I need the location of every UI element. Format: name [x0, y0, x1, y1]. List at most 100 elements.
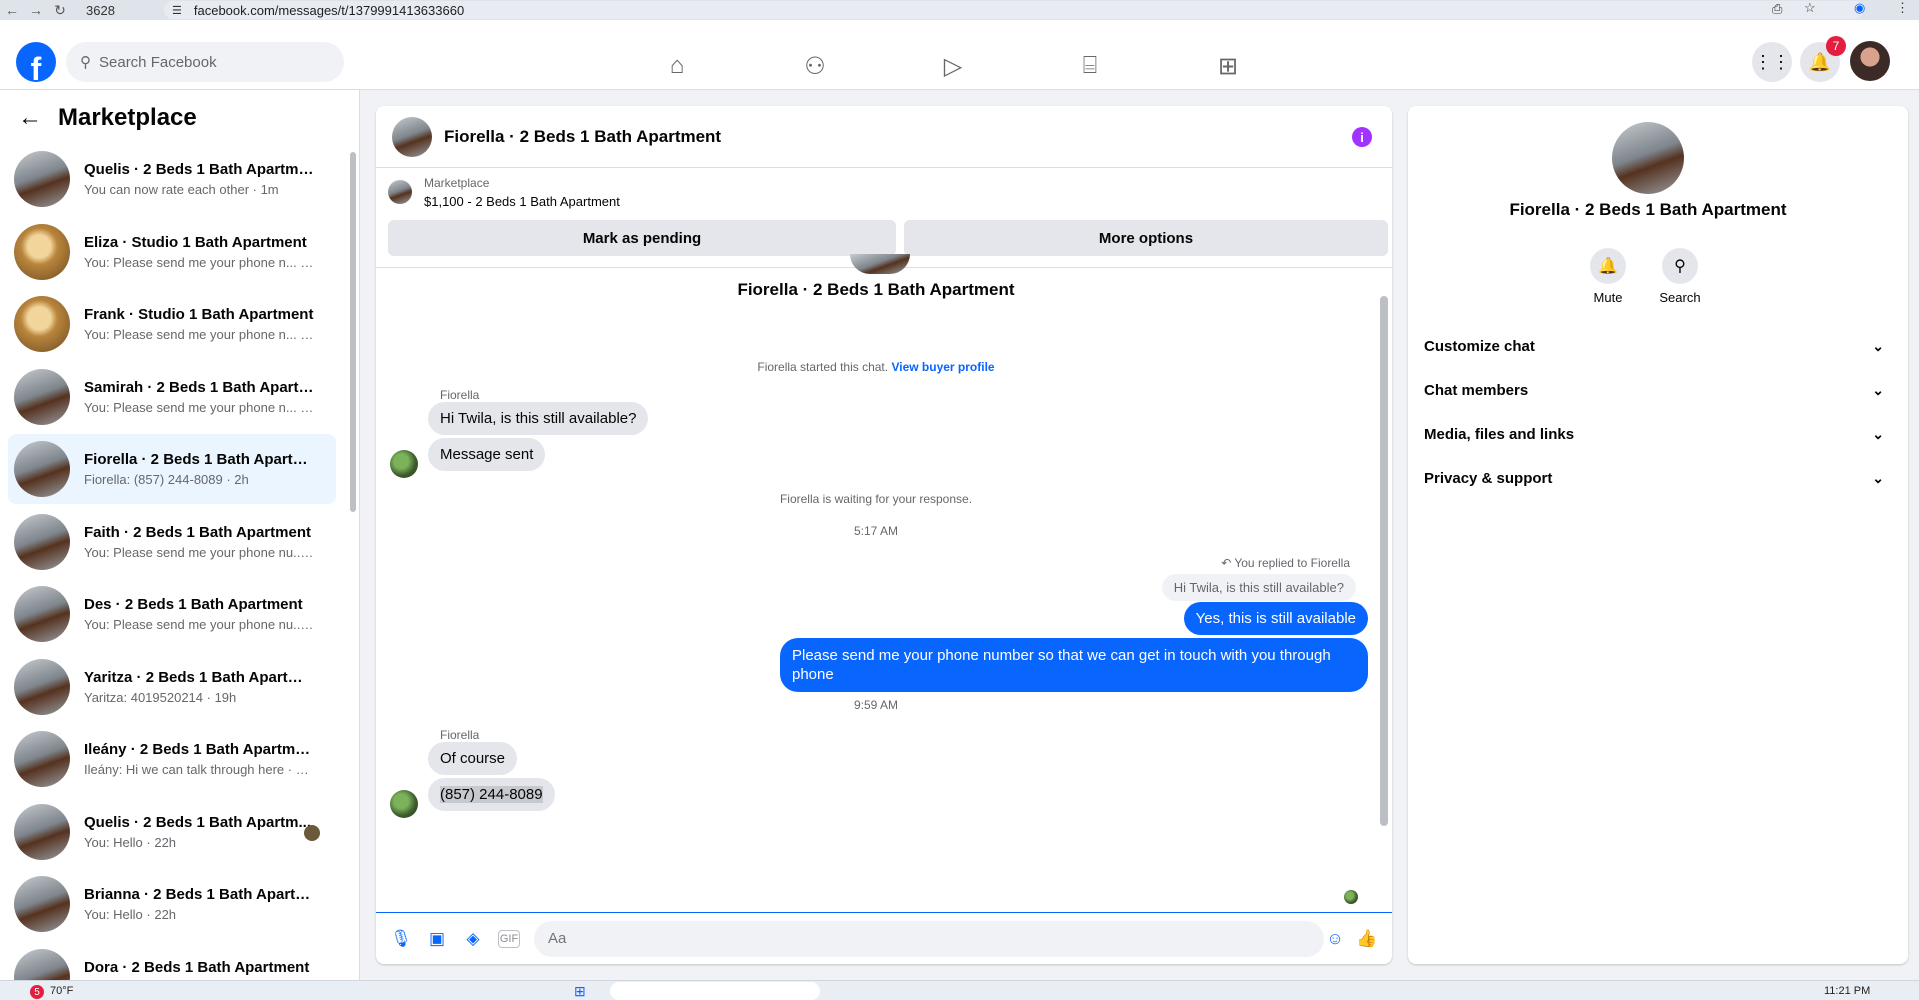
chat-title[interactable]: Fiorella · 2 Beds 1 Bath Apartment	[444, 127, 721, 147]
conversation-name: Quelis · 2 Beds 1 Bath Apartm...	[84, 813, 311, 831]
conversation-thumbnail	[14, 803, 70, 860]
conversation-item[interactable]: Ileány · 2 Beds 1 Bath Apartment Ileány: …	[8, 724, 336, 794]
conversation-thumbnail	[14, 731, 70, 787]
quoted-message[interactable]: Hi Twila, is this still available?	[1161, 574, 1356, 601]
conversation-item[interactable]: Dora · 2 Beds 1 Bath ApartmentYou: Hello…	[8, 942, 336, 981]
mark-pending-button[interactable]: Mark as pending	[388, 220, 896, 256]
incoming-message[interactable]: Of course	[428, 742, 518, 775]
chat-header: Fiorella · 2 Beds 1 Bath Apartment i	[376, 106, 1392, 168]
video-icon[interactable]: ▷	[938, 52, 968, 80]
conversation-item[interactable]: Frank · Studio 1 Bath Apartment You: Plea…	[8, 289, 336, 359]
facebook-logo-icon[interactable]: f	[16, 42, 56, 82]
search-button[interactable]: ⚲ Search	[1650, 248, 1710, 305]
weather-text[interactable]: 70°F	[50, 985, 73, 997]
incoming-message[interactable]: Hi Twila, is this still available?	[428, 402, 649, 435]
home-icon[interactable]: ⌂	[662, 52, 692, 80]
like-thumb-icon[interactable]: 👍	[1352, 924, 1382, 954]
customize-chat-row[interactable]: Customize chat ⌄	[1424, 326, 1884, 366]
url-text: facebook.com/messages/t/1379991413633660	[193, 2, 465, 18]
view-buyer-profile-link[interactable]: View buyer profile	[891, 360, 994, 374]
details-title: Fiorella · 2 Beds 1 Bath Apartment	[1509, 200, 1787, 219]
outgoing-message[interactable]: Yes, this is still available	[1183, 602, 1368, 635]
menu-grid-icon[interactable]: ⋮⋮	[1752, 42, 1792, 82]
search-icon: ⚲	[80, 54, 91, 71]
listing-thumbnail[interactable]	[388, 180, 412, 204]
listing-title[interactable]: $1,100 - 2 Beds 1 Bath Apartment	[424, 194, 620, 209]
install-icon[interactable]: ⎙	[1772, 1, 1782, 17]
reload-icon[interactable]: ↻	[48, 2, 72, 19]
thread-header-name: Fiorella · 2 Beds 1 Bath Apartment	[737, 280, 1015, 299]
profile-icon[interactable]: ◉	[1854, 0, 1865, 16]
taskbar-search[interactable]	[610, 982, 820, 1000]
menu-dots-icon[interactable]: ⋮	[1896, 0, 1909, 16]
section-label: Media, files and links	[1424, 425, 1575, 443]
emoji-icon[interactable]: ☺	[1320, 924, 1350, 954]
microphone-icon[interactable]: 🎙	[386, 924, 416, 954]
conversation-text: Fiorella · 2 Beds 1 Bath Apartment Fiorel…	[84, 451, 314, 487]
more-options-button[interactable]: More options	[904, 220, 1388, 256]
conversation-item[interactable]: Quelis · 2 Beds 1 Bath Apartm... You: Hel…	[8, 797, 336, 867]
conversation-text: Dora · 2 Beds 1 Bath ApartmentYou: Hello…	[84, 959, 314, 981]
incoming-message[interactable]: Message sent	[428, 438, 546, 471]
sidebar-title: Marketplace	[58, 104, 197, 131]
photo-icon[interactable]: ▣	[422, 924, 452, 954]
conversation-text: Eliza · Studio 1 Bath Apartment You: Plea…	[84, 234, 314, 270]
chat-panel: Fiorella · 2 Beds 1 Bath Apartment i Mar…	[376, 106, 1392, 964]
outgoing-message[interactable]: Please send me your phone number so that…	[780, 638, 1368, 692]
sticker-icon[interactable]: ◈	[458, 924, 488, 954]
back-arrow-icon[interactable]: ←	[18, 104, 42, 132]
info-icon[interactable]: i	[1352, 127, 1372, 147]
friends-icon[interactable]: ⚇	[800, 52, 830, 80]
conversation-item[interactable]: Brianna · 2 Beds 1 Bath Apartment You: He…	[8, 869, 336, 939]
conversation-item[interactable]: Yaritza · 2 Beds 1 Bath Apartment Yaritza…	[8, 652, 336, 722]
conversation-text: Brianna · 2 Beds 1 Bath Apartment You: He…	[84, 886, 314, 922]
sender-avatar[interactable]	[390, 450, 418, 478]
clock[interactable]: 11:21 PM	[1824, 985, 1870, 997]
start-icon[interactable]: ⊞	[574, 983, 586, 1000]
media-files-row[interactable]: Media, files and links ⌄	[1424, 414, 1884, 454]
incoming-message[interactable]: (857) 244-8089	[428, 778, 555, 811]
details-avatar[interactable]	[1612, 122, 1684, 194]
conversation-item[interactable]: Quelis · 2 Beds 1 Bath Apartment You can …	[8, 144, 336, 214]
chat-scrollbar[interactable]	[1380, 296, 1388, 826]
gaming-icon[interactable]: ⊞	[1213, 52, 1243, 80]
site-info-icon[interactable]: ☰	[172, 4, 182, 17]
conversation-item[interactable]: Fiorella · 2 Beds 1 Bath Apartment Fiorel…	[8, 434, 336, 504]
message-input[interactable]	[534, 920, 1324, 957]
conversation-thumbnail	[14, 368, 70, 425]
section-label: Privacy & support	[1424, 469, 1553, 487]
sidebar-scrollbar[interactable]	[350, 152, 356, 512]
sidebar-header: ← Marketplace	[18, 104, 197, 132]
forward-arrow-icon[interactable]: →	[24, 2, 48, 18]
marketplace-sidebar: ← Marketplace Quelis · 2 Beds 1 Bath Apa…	[0, 90, 360, 980]
bookmark-star-icon[interactable]: ☆	[1804, 0, 1816, 16]
mute-label: Mute	[1593, 290, 1623, 305]
conversation-thumbnail	[14, 948, 70, 980]
mute-button[interactable]: 🔔 Mute	[1578, 248, 1638, 305]
phone-number-text[interactable]: (857) 244-8089	[440, 786, 543, 803]
read-receipt-avatar	[304, 824, 320, 841]
back-arrow-icon[interactable]: ←	[0, 2, 24, 18]
chat-started-text: Fiorella started this chat.	[757, 360, 889, 374]
conversation-item[interactable]: Des · 2 Beds 1 Bath Apartment You: Please…	[8, 579, 336, 649]
chat-members-row[interactable]: Chat members ⌄	[1424, 370, 1884, 410]
chat-avatar[interactable]	[392, 116, 432, 157]
conversation-text: Quelis · 2 Beds 1 Bath Apartm... You: Hel…	[84, 814, 314, 850]
timestamp: 9:59 AM	[853, 698, 899, 712]
conversation-snippet: You: Please send me your phone n... · 1m	[84, 254, 314, 270]
conversation-item[interactable]: Samirah · 2 Beds 1 Bath Apartm... You: Pl…	[8, 362, 336, 432]
gif-icon[interactable]: GIF	[498, 929, 520, 948]
account-avatar[interactable]	[1850, 41, 1890, 81]
browser-bar: ← → ↻ 3628 ☰ facebook.com/messages/t/137…	[0, 0, 1919, 20]
search-facebook-input[interactable]: ⚲ Search Facebook	[66, 42, 344, 82]
bell-icon: 🔔	[1590, 248, 1626, 284]
conversation-text: Ileány · 2 Beds 1 Bath Apartment Ileány: …	[84, 741, 314, 777]
conversation-item[interactable]: Faith · 2 Beds 1 Bath Apartment You: Plea…	[8, 507, 336, 577]
conversation-snippet: You: Please send me your phone n... · 1m	[84, 327, 314, 342]
privacy-support-row[interactable]: Privacy & support ⌄	[1424, 458, 1884, 498]
sender-avatar[interactable]	[390, 790, 418, 818]
conversation-text: Faith · 2 Beds 1 Bath Apartment You: Plea…	[84, 524, 314, 560]
conversation-item[interactable]: Eliza · Studio 1 Bath Apartment You: Plea…	[8, 217, 336, 287]
marketplace-icon[interactable]: ⌸	[1075, 52, 1105, 80]
address-bar[interactable]: ☰ facebook.com/messages/t/13799914136336…	[164, 1, 1864, 19]
